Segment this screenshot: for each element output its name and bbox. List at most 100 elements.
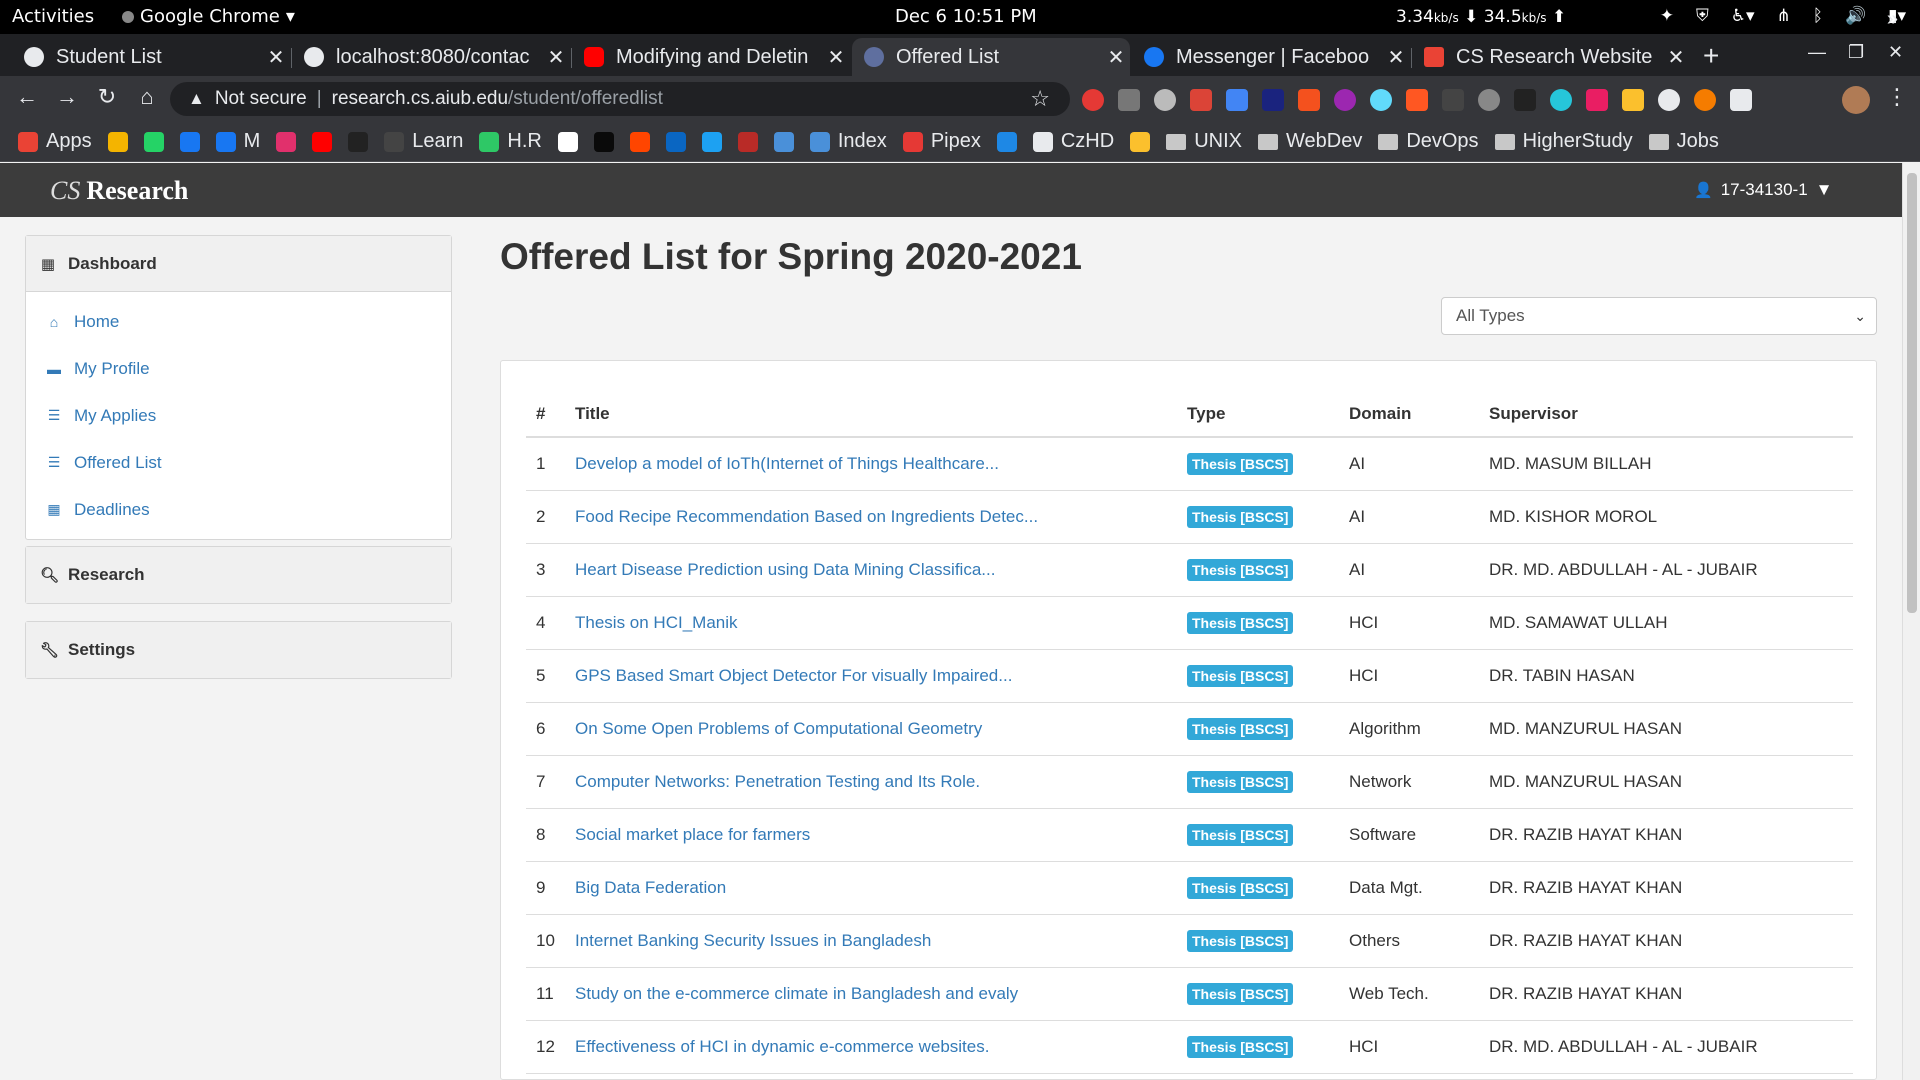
security-label[interactable]: Not secure — [215, 88, 307, 110]
bookmark-item[interactable]: Index — [809, 130, 887, 153]
title-link[interactable]: Heart Disease Prediction using Data Mini… — [575, 560, 995, 579]
bookmark-item[interactable] — [593, 131, 614, 152]
close-icon[interactable]: ✕ — [542, 45, 570, 70]
tab-gmail[interactable]: CS Research Website ✕ — [1412, 38, 1690, 76]
tab-messenger[interactable]: Messenger | Faceboo ✕ — [1132, 38, 1410, 76]
title-link[interactable]: Thesis on HCI_Manik — [575, 613, 738, 632]
sidebar-item-offered-list[interactable]: ☰ Offered List — [26, 439, 451, 486]
react-devtools-icon[interactable] — [1370, 89, 1392, 111]
title-link[interactable]: Food Recipe Recommendation Based on Ingr… — [575, 507, 1038, 526]
bookmark-item[interactable] — [737, 131, 758, 152]
title-link[interactable]: On Some Open Problems of Computational G… — [575, 719, 982, 738]
scrollbar-thumb[interactable] — [1907, 173, 1917, 613]
bookmark-folder[interactable]: UNIX — [1166, 130, 1242, 153]
page-scrollbar[interactable] — [1902, 163, 1920, 1080]
type-filter-select[interactable]: All Types ⌄ — [1441, 297, 1877, 335]
bookmark-folder[interactable]: HigherStudy — [1494, 130, 1633, 153]
sidebar-item-my-profile[interactable]: ▬ My Profile — [26, 345, 451, 392]
bookmark-item[interactable]: M — [215, 130, 260, 153]
research-panel[interactable]: 🔍︎ Research — [25, 546, 452, 604]
bluetooth-icon[interactable]: ᛒ — [1813, 6, 1823, 26]
bookmark-item[interactable]: Pipex — [902, 130, 981, 153]
tab-student-list[interactable]: Student List ✕ — [12, 38, 290, 76]
title-link[interactable]: GPS Based Smart Object Detector For visu… — [575, 666, 1012, 685]
research-header[interactable]: 🔍︎ Research — [26, 547, 451, 603]
new-tab-button[interactable]: + — [1703, 40, 1719, 72]
title-link[interactable]: Internet Banking Security Issues in Bang… — [575, 931, 931, 950]
bookmark-star-icon[interactable]: ☆ — [1030, 86, 1050, 112]
coupon-icon[interactable] — [1406, 89, 1428, 111]
close-icon[interactable]: ✕ — [1382, 45, 1410, 70]
tab-offered-list[interactable]: Offered List ✕ — [852, 38, 1130, 76]
close-icon[interactable]: ✕ — [822, 45, 850, 70]
bookmark-item[interactable] — [996, 131, 1017, 152]
bookmark-item[interactable] — [557, 131, 578, 152]
tab-youtube[interactable]: Modifying and Deletin ✕ — [572, 38, 850, 76]
forward-button[interactable]: → — [52, 84, 82, 110]
extension-icon[interactable] — [1622, 89, 1644, 111]
tab-localhost[interactable]: localhost:8080/contac ✕ — [292, 38, 570, 76]
system-tray[interactable]: ✦ ⛨ ♿▾ ⋔ ᛒ 🔊 ▮▾ — [1660, 6, 1906, 26]
settings-panel[interactable]: 🔧︎ Settings — [25, 621, 452, 679]
shield-icon[interactable]: ⛨ — [1696, 6, 1709, 26]
bookmark-folder[interactable]: DevOps — [1378, 130, 1479, 153]
bookmark-item[interactable] — [276, 131, 297, 152]
tray-app-icon[interactable]: ✦ — [1660, 6, 1674, 26]
accessibility-icon[interactable]: ♿▾ — [1731, 6, 1755, 26]
reload-button[interactable]: ↻ — [92, 84, 122, 110]
minimize-button[interactable]: — — [1808, 42, 1826, 63]
extension-icon[interactable] — [1154, 89, 1176, 111]
activities-button[interactable]: Activities — [12, 6, 94, 27]
bookmark-folder[interactable]: Jobs — [1648, 130, 1719, 153]
bookmarks-overflow-icon[interactable]: » — [1887, 8, 1898, 31]
close-icon[interactable]: ✕ — [1662, 45, 1690, 70]
extension-icon[interactable] — [1514, 89, 1536, 111]
gmail-checker-icon[interactable] — [1190, 89, 1212, 111]
bookmark-item[interactable] — [179, 131, 200, 152]
clock[interactable]: Dec 6 10:51 PM — [895, 6, 1037, 27]
bookmark-item[interactable] — [1130, 131, 1151, 152]
bookmark-item[interactable] — [348, 131, 369, 152]
translate-icon[interactable] — [1226, 89, 1248, 111]
bookmark-folder[interactable]: WebDev — [1257, 130, 1362, 153]
home-button[interactable]: ⌂ — [132, 84, 162, 110]
bookmark-item[interactable] — [143, 131, 164, 152]
puzzle-icon[interactable] — [1730, 89, 1752, 111]
site-brand[interactable]: CS Research — [50, 176, 188, 206]
bookmark-item[interactable]: Apps — [18, 130, 92, 153]
close-window-button[interactable]: ✕ — [1888, 42, 1903, 63]
bookmark-item[interactable] — [773, 131, 794, 152]
bookmark-item[interactable] — [629, 131, 650, 152]
bookmark-item[interactable] — [701, 131, 722, 152]
extension-icon[interactable] — [1334, 89, 1356, 111]
bookmark-item[interactable]: H.R — [479, 130, 542, 153]
sidebar-item-home[interactable]: ⌂ Home — [26, 298, 451, 345]
extension-icon[interactable] — [1550, 89, 1572, 111]
network-icon[interactable]: ⋔ — [1776, 6, 1790, 26]
close-icon[interactable]: ✕ — [1102, 45, 1130, 70]
settings-header[interactable]: 🔧︎ Settings — [26, 622, 451, 678]
back-button[interactable]: ← — [12, 84, 42, 110]
extension-icon[interactable] — [1262, 89, 1284, 111]
close-icon[interactable]: ✕ — [262, 45, 290, 70]
user-menu[interactable]: 👤 17-34130-1 ▼ — [1694, 180, 1832, 200]
title-link[interactable]: Social market place for farmers — [575, 825, 810, 844]
bookmark-item[interactable]: Learn — [384, 130, 463, 153]
title-link[interactable]: Develop a model of IoTh(Internet of Thin… — [575, 454, 999, 473]
bookmark-item[interactable] — [107, 131, 128, 152]
title-link[interactable]: Big Data Federation — [575, 878, 726, 897]
sidebar-item-deadlines[interactable]: ▦ Deadlines — [26, 486, 451, 533]
profile-avatar[interactable] — [1842, 86, 1870, 114]
title-link[interactable]: Computer Networks: Penetration Testing a… — [575, 772, 980, 791]
bookmark-item[interactable] — [312, 131, 333, 152]
extension-icon[interactable] — [1298, 89, 1320, 111]
dashboard-header[interactable]: ▦ Dashboard — [26, 236, 451, 292]
title-link[interactable]: Effectiveness of HCI in dynamic e-commer… — [575, 1037, 989, 1056]
github-icon[interactable] — [1658, 89, 1680, 111]
warning-icon[interactable]: ▲ — [188, 89, 205, 109]
bookmark-item[interactable]: CzHD — [1032, 130, 1114, 153]
title-link[interactable]: Study on the e-commerce climate in Bangl… — [575, 984, 1018, 1003]
volume-icon[interactable]: 🔊 — [1845, 6, 1866, 26]
sidebar-item-my-applies[interactable]: ☰ My Applies — [26, 392, 451, 439]
extension-icon[interactable] — [1442, 89, 1464, 111]
